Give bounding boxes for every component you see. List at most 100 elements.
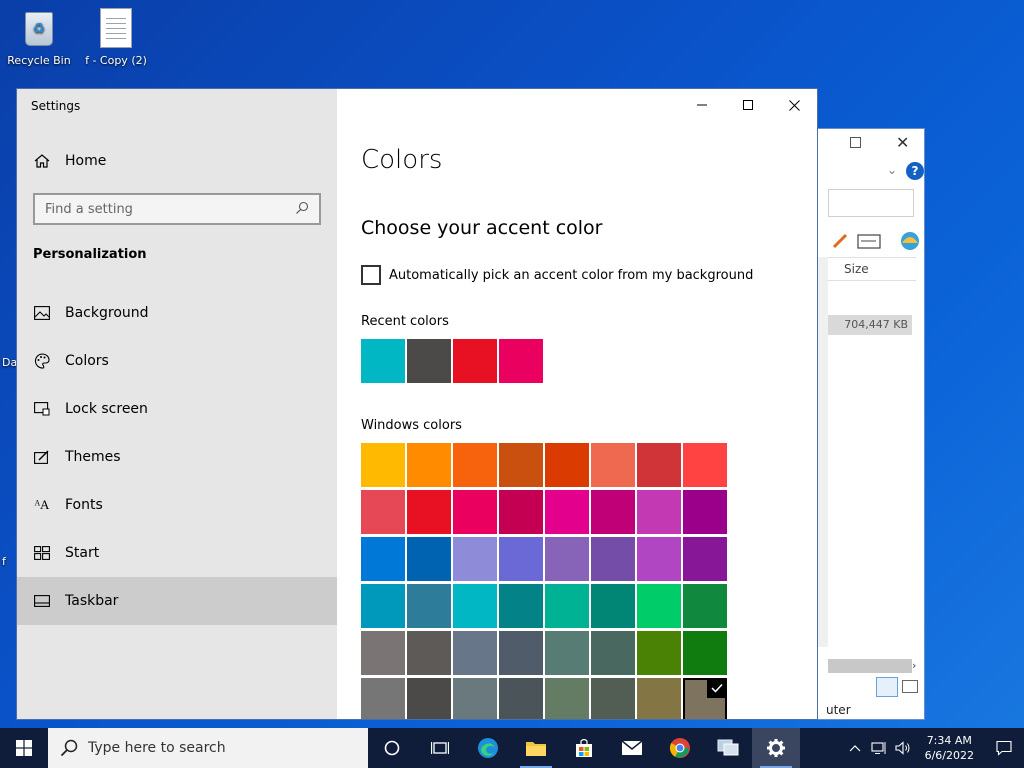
maximize-button[interactable] (850, 137, 861, 148)
home-nav-item[interactable]: Home (17, 145, 337, 177)
windows-color-swatch[interactable] (499, 631, 543, 675)
recycle-bin-desktop-icon[interactable]: ♻ Recycle Bin (1, 6, 77, 67)
details-view-button[interactable] (876, 677, 898, 697)
windows-color-swatch[interactable] (591, 678, 635, 719)
windows-color-swatch[interactable] (453, 584, 497, 628)
windows-color-swatch[interactable] (545, 631, 589, 675)
windows-color-swatch[interactable] (545, 443, 589, 487)
recent-color-swatch[interactable] (361, 339, 405, 383)
horizontal-scrollbar[interactable] (828, 659, 912, 673)
windows-color-swatch[interactable] (591, 490, 635, 534)
action-center-notification-icon[interactable] (984, 740, 1024, 756)
windows-color-swatch[interactable] (453, 443, 497, 487)
windows-color-swatch[interactable] (407, 678, 451, 719)
windows-color-swatch[interactable] (683, 537, 727, 581)
size-column-header[interactable]: Size (828, 257, 916, 281)
edge-taskbar-button[interactable] (464, 728, 512, 768)
nav-item-start[interactable]: Start (17, 529, 337, 577)
store-taskbar-button[interactable] (560, 728, 608, 768)
windows-color-swatch[interactable] (407, 490, 451, 534)
windows-color-swatch[interactable] (499, 537, 543, 581)
windows-color-swatch[interactable] (545, 490, 589, 534)
help-icon[interactable]: ? (906, 162, 924, 180)
windows-color-swatch[interactable] (361, 490, 405, 534)
windows-color-swatch[interactable] (683, 631, 727, 675)
task-view-button[interactable] (416, 728, 464, 768)
partial-desktop-icon-label[interactable]: f (2, 555, 6, 568)
windows-color-swatch[interactable] (407, 443, 451, 487)
taskbar-search-box[interactable]: Type here to search (48, 728, 368, 768)
cortana-button[interactable] (368, 728, 416, 768)
nav-item-themes[interactable]: Themes (17, 433, 337, 481)
windows-color-swatch[interactable] (683, 443, 727, 487)
windows-color-swatch[interactable] (361, 631, 405, 675)
windows-color-swatch[interactable] (591, 584, 635, 628)
windows-color-swatch[interactable] (407, 631, 451, 675)
recent-color-swatch[interactable] (499, 339, 543, 383)
close-button[interactable] (771, 89, 817, 121)
windows-color-swatch[interactable] (499, 490, 543, 534)
settings-taskbar-button[interactable] (752, 728, 800, 768)
mail-taskbar-button[interactable] (608, 728, 656, 768)
windows-color-swatch[interactable] (591, 443, 635, 487)
large-icons-view-button[interactable] (902, 680, 918, 693)
volume-icon[interactable] (891, 741, 915, 755)
nav-item-taskbar[interactable]: Taskbar (17, 577, 337, 625)
windows-color-swatch[interactable] (637, 678, 681, 719)
windows-color-swatch[interactable] (499, 443, 543, 487)
windows-color-swatch[interactable] (361, 678, 405, 719)
start-button[interactable] (0, 728, 48, 768)
vertical-scrollbar[interactable] (818, 257, 828, 647)
windows-color-swatch[interactable] (591, 537, 635, 581)
windows-color-swatch[interactable] (407, 537, 451, 581)
windows-color-swatch[interactable] (637, 490, 681, 534)
windows-color-swatch[interactable] (361, 537, 405, 581)
partial-desktop-icon-label[interactable]: Da (2, 356, 17, 369)
recent-color-swatch[interactable] (453, 339, 497, 383)
windows-color-swatch[interactable] (453, 678, 497, 719)
windows-color-swatch[interactable] (453, 631, 497, 675)
windows-color-swatch[interactable] (545, 537, 589, 581)
search-field[interactable] (828, 189, 914, 217)
nav-item-colors[interactable]: Colors (17, 337, 337, 385)
find-setting-search[interactable] (33, 193, 321, 225)
nav-item-background[interactable]: Background (17, 289, 337, 337)
windows-color-swatch[interactable] (407, 584, 451, 628)
windows-color-swatch[interactable] (499, 584, 543, 628)
file-copy-desktop-icon[interactable]: f - Copy (2) (78, 6, 154, 67)
chrome-taskbar-button[interactable] (656, 728, 704, 768)
maximize-button[interactable] (725, 89, 771, 121)
nav-item-lock-screen[interactable]: Lock screen (17, 385, 337, 433)
file-size-cell[interactable]: 704,447 KB (828, 315, 912, 335)
auto-pick-accent-checkbox[interactable] (361, 265, 381, 285)
recent-color-swatch[interactable] (407, 339, 451, 383)
nav-item-fonts[interactable]: ᴬA Fonts (17, 481, 337, 529)
windows-color-swatch[interactable] (637, 584, 681, 628)
scroll-right-arrow-icon[interactable]: › (912, 659, 916, 672)
windows-color-swatch[interactable] (545, 678, 589, 719)
network-icon[interactable] (867, 741, 891, 755)
windows-color-swatch[interactable] (361, 443, 405, 487)
windows-color-swatch[interactable] (499, 678, 543, 719)
windows-color-swatch[interactable] (637, 631, 681, 675)
windows-color-swatch[interactable] (545, 584, 589, 628)
clock[interactable]: 7:34 AM 6/6/2022 (925, 733, 974, 763)
windows-color-swatch[interactable] (637, 537, 681, 581)
chevron-down-icon[interactable]: ⌄ (887, 163, 897, 177)
windows-color-swatch[interactable] (453, 490, 497, 534)
close-button[interactable]: ✕ (896, 133, 909, 152)
show-hidden-icons-chevron-icon[interactable] (843, 744, 867, 752)
auto-pick-accent-checkbox-row[interactable]: Automatically pick an accent color from … (361, 265, 753, 285)
windows-color-swatch[interactable] (361, 584, 405, 628)
windows-color-swatch[interactable] (683, 678, 727, 719)
search-icon[interactable] (295, 200, 309, 219)
minimize-button[interactable] (679, 89, 725, 121)
file-explorer-taskbar-button[interactable] (512, 728, 560, 768)
find-setting-input[interactable] (45, 201, 295, 217)
windows-color-swatch[interactable] (637, 443, 681, 487)
windows-color-swatch[interactable] (683, 584, 727, 628)
windows-color-swatch[interactable] (683, 490, 727, 534)
system-app-taskbar-button[interactable] (704, 728, 752, 768)
windows-color-swatch[interactable] (591, 631, 635, 675)
windows-color-swatch[interactable] (453, 537, 497, 581)
